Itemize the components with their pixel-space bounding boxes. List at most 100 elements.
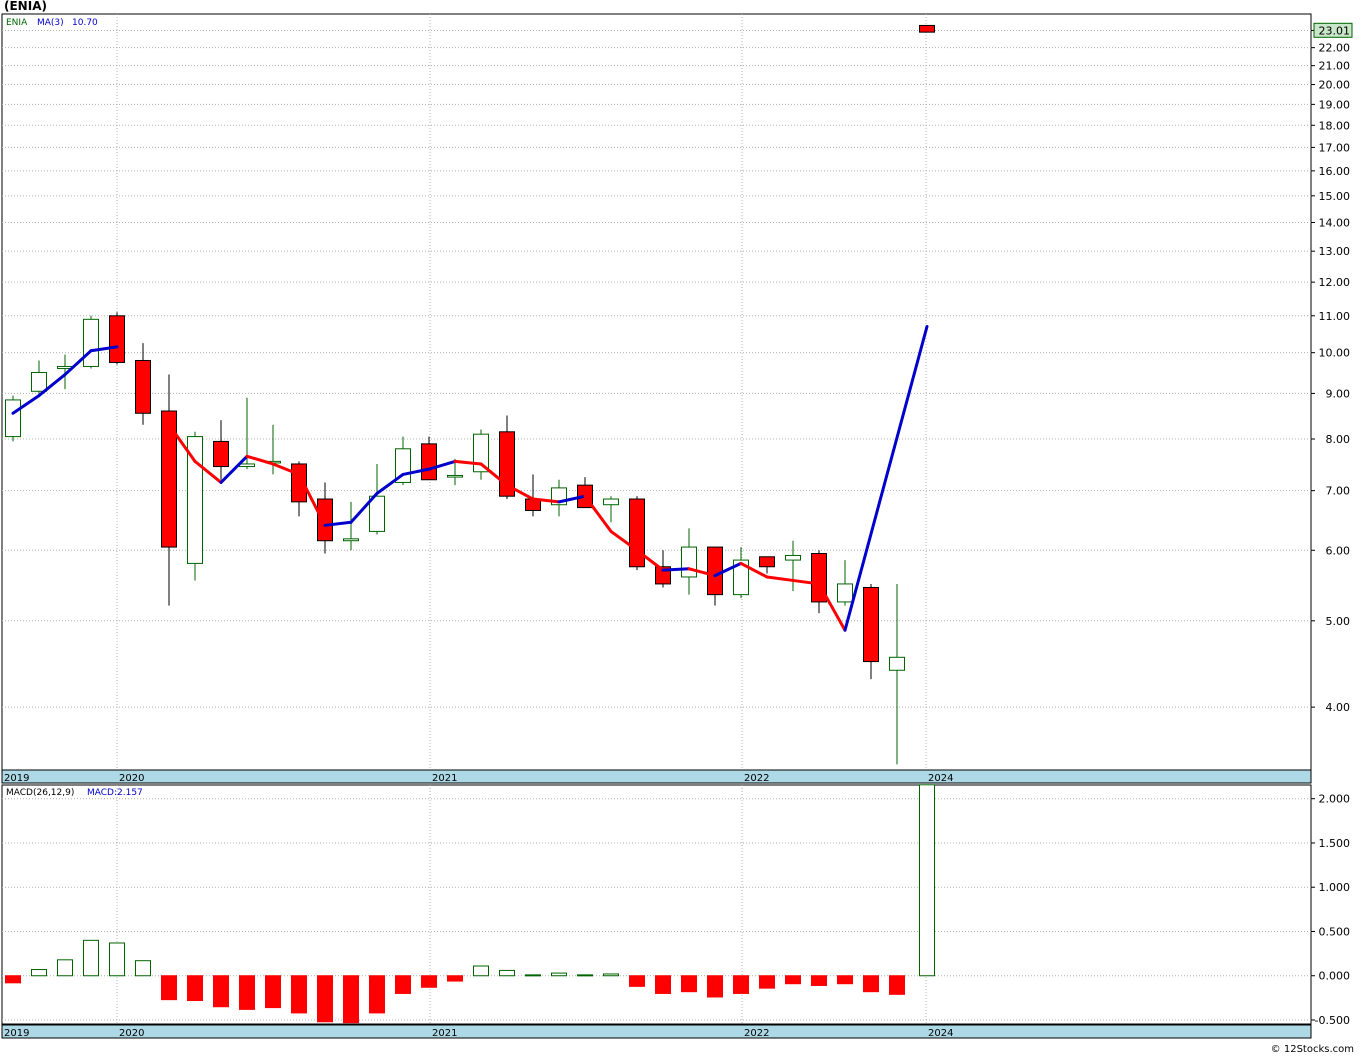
stock-chart: 4.00 5.00 6.00 7.00 8.00 9.00 10.00 11.00 12.00 1… (0, 0, 1360, 1056)
macd-y-tick-label: 1.000 (1319, 881, 1351, 894)
candle-up (785, 554, 801, 561)
macd-bar-positive (135, 960, 151, 977)
price-panel: 4.00 5.00 6.00 7.00 8.00 9.00 10.00 11.00 12.00 1… (1, 13, 1353, 784)
candle-down (759, 556, 775, 568)
legend-ma-label: MA(3) (37, 18, 64, 28)
macd-bar-negative (629, 975, 645, 987)
macd-y-tick-label: -0.500 (1315, 1014, 1350, 1027)
macd-bar-negative (733, 975, 749, 994)
candle-down (863, 586, 879, 663)
price-y-tick-label: 6.00 (1326, 544, 1351, 557)
price-y-tick-label: 20.00 (1319, 79, 1351, 92)
macd-y-tick-label: 0.500 (1319, 925, 1351, 938)
macd-bar-negative (863, 975, 879, 993)
macd-bar-negative (343, 975, 359, 1024)
price-y-tick-label: 18.00 (1319, 119, 1351, 132)
price-y-tick-label: 21.00 (1319, 60, 1351, 73)
macd-bar-negative (395, 975, 411, 994)
macd-bar-positive (109, 942, 125, 977)
candle-down (109, 315, 125, 363)
macd-y-tick-label: 2.000 (1319, 793, 1351, 806)
price-y-tick-label: 11.00 (1319, 310, 1351, 323)
macd-bar-positive (31, 969, 47, 977)
price-y-tick-label: 22.00 (1319, 42, 1351, 55)
macd-panel: -0.500 0.000 0.500 1.000 1.500 2.000 MACD(26,1… (1, 784, 1351, 1039)
macd-bar-positive (577, 974, 593, 977)
candle-down (919, 24, 935, 33)
macd-bar-negative (837, 975, 853, 985)
price-y-tick-label: 13.00 (1319, 245, 1351, 258)
price-y-tick-label: 7.00 (1326, 485, 1351, 498)
macd-bar-negative (759, 975, 775, 989)
price-x-tick-label: 2024 (928, 773, 953, 784)
macd-bar-positive (919, 784, 935, 977)
macd-title: MACD(26,12,9) (6, 788, 74, 798)
macd-bar-negative (187, 975, 203, 1002)
candle-up (343, 538, 359, 542)
macd-bar-negative (707, 975, 723, 998)
macd-legend-value: 2.157 (117, 788, 143, 798)
macd-bar-negative (213, 975, 229, 1008)
macd-bar-positive (603, 973, 619, 977)
candle-up (681, 546, 697, 578)
macd-bar-negative (239, 975, 255, 1010)
candle-down (213, 440, 229, 468)
macd-bar-positive (473, 965, 489, 977)
candle-down (707, 546, 723, 596)
macd-y-tick-label: 1.500 (1319, 837, 1351, 850)
price-y-tick-label: 16.00 (1319, 165, 1351, 178)
ma3-segment (661, 567, 691, 572)
chart-canvas: 4.00 5.00 6.00 7.00 8.00 9.00 10.00 11.00 12.00 1… (1, 0, 1354, 1055)
price-x-tick-label: 2021 (432, 773, 457, 784)
price-y-tick-label: 12.00 (1319, 276, 1351, 289)
legend-ma-value: 10.70 (72, 18, 98, 28)
macd-x-tick-label: 2022 (744, 1028, 769, 1039)
macd-bar-positive (551, 972, 567, 977)
price-y-tick-label: 19.00 (1319, 98, 1351, 111)
macd-x-tick-label: 2021 (432, 1028, 457, 1039)
candle-up (5, 399, 21, 438)
macd-bar-negative (369, 975, 385, 1014)
price-plot-frame (1, 13, 1312, 771)
macd-x-tick-label: 2024 (928, 1028, 953, 1039)
macd-bar-negative (447, 975, 463, 982)
price-x-tick-label: 2020 (119, 773, 144, 784)
candle-down (421, 443, 437, 481)
macd-bar-negative (785, 975, 801, 985)
candle-down (629, 498, 645, 568)
candle-down (317, 498, 333, 542)
macd-legend-label: MACD: (87, 788, 117, 798)
candle-up (447, 474, 463, 478)
macd-bar-negative (681, 975, 697, 993)
price-y-tick-label: 5.00 (1326, 615, 1351, 628)
candle-up (83, 318, 99, 367)
macd-y-tick-label: 0.000 (1319, 970, 1351, 983)
macd-bar-negative (161, 975, 177, 1001)
candle-up (473, 433, 489, 473)
price-x-axis-band (1, 769, 1312, 784)
price-x-tick-label: 2019 (4, 773, 29, 784)
price-y-tick-label: 10.00 (1319, 347, 1351, 360)
macd-bar-positive (499, 969, 515, 977)
candle-up (31, 372, 47, 392)
macd-bar-negative (655, 975, 671, 994)
macd-bar-negative (811, 975, 827, 986)
legend-ticker: ENIA (6, 18, 28, 28)
price-y-tick-label: 17.00 (1319, 141, 1351, 154)
candle-up (239, 463, 255, 468)
price-y-tick-label: 9.00 (1326, 387, 1351, 400)
price-y-tick-label: 14.00 (1319, 217, 1351, 230)
price-x-tick-label: 2022 (744, 773, 769, 784)
price-y-tick-label: 15.00 (1319, 190, 1351, 203)
macd-x-tick-label: 2019 (4, 1028, 29, 1039)
macd-bar-negative (317, 975, 333, 1023)
candle-up (603, 498, 619, 506)
footer-credit: © 12Stocks.com (1271, 1044, 1354, 1055)
candle-down (135, 359, 151, 414)
macd-bar-positive (525, 974, 541, 977)
candle-up (889, 656, 905, 671)
macd-bar-negative (889, 975, 905, 995)
macd-bar-negative (291, 975, 307, 1014)
macd-x-axis-band (1, 1024, 1312, 1039)
chart-title: (ENIA) (4, 0, 47, 13)
